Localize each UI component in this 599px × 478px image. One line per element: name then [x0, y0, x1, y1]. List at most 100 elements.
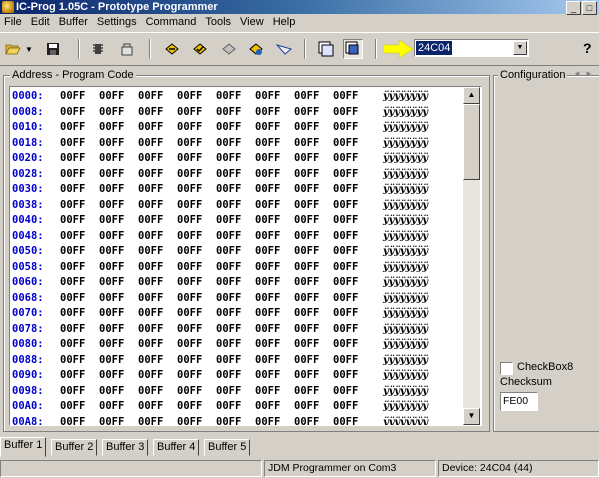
hex-cell[interactable]: 00FF	[177, 368, 202, 383]
hex-cell[interactable]: 00FF	[216, 399, 241, 414]
hex-cell[interactable]: 00FF	[294, 368, 319, 383]
hex-cell[interactable]: 00FF	[294, 399, 319, 414]
hex-cell[interactable]: 00FF	[60, 89, 85, 104]
hex-cell[interactable]: 00FF	[99, 384, 124, 399]
hex-cell[interactable]: 00FF	[216, 291, 241, 306]
hex-cell[interactable]: 00FF	[138, 260, 163, 275]
hex-cell[interactable]: 00FF	[333, 120, 358, 135]
hex-cell[interactable]: 00FF	[60, 353, 85, 368]
hex-cell[interactable]: 00FF	[60, 198, 85, 213]
hex-cell[interactable]: 00FF	[333, 260, 358, 275]
hex-cell[interactable]: 00FF	[255, 167, 280, 182]
hex-cell[interactable]: 00FF	[138, 213, 163, 228]
hex-cell[interactable]: 00FF	[177, 399, 202, 414]
hex-cell[interactable]: 00FF	[138, 136, 163, 151]
hex-cell[interactable]: 00FF	[294, 322, 319, 337]
tab-buffer-3[interactable]: Buffer 3	[102, 439, 149, 456]
hex-cell[interactable]: 00FF	[99, 120, 124, 135]
hex-cell[interactable]: 00FF	[177, 167, 202, 182]
open-folder-icon[interactable]	[3, 39, 23, 59]
menu-command[interactable]: Command	[142, 14, 202, 31]
hex-cell[interactable]: 00FF	[177, 322, 202, 337]
hex-cell[interactable]: 00FF	[255, 337, 280, 352]
hex-cell[interactable]: 00FF	[138, 167, 163, 182]
hex-cell[interactable]: 00FF	[216, 105, 241, 120]
hex-cell[interactable]: 00FF	[177, 353, 202, 368]
hex-cell[interactable]: 00FF	[177, 244, 202, 259]
device-select[interactable]: 24C04 ▼	[414, 39, 529, 57]
hex-cell[interactable]: 00FF	[60, 105, 85, 120]
hex-cell[interactable]: 00FF	[255, 260, 280, 275]
hex-cell[interactable]: 00FF	[333, 337, 358, 352]
hex-cell[interactable]: 00FF	[216, 322, 241, 337]
hex-cell[interactable]: 00FF	[216, 198, 241, 213]
hex-cell[interactable]: 00FF	[333, 244, 358, 259]
hex-cell[interactable]: 00FF	[177, 384, 202, 399]
hex-cell[interactable]: 00FF	[216, 244, 241, 259]
tab-buffer-1[interactable]: Buffer 1	[0, 437, 47, 457]
hex-cell[interactable]: 00FF	[255, 136, 280, 151]
hex-cell[interactable]: 00FF	[99, 260, 124, 275]
hex-cell[interactable]: 00FF	[60, 384, 85, 399]
menu-file[interactable]: File	[0, 14, 27, 31]
hex-cell[interactable]: 00FF	[333, 353, 358, 368]
hex-cell[interactable]: 00FF	[177, 229, 202, 244]
hex-cell[interactable]: 00FF	[60, 415, 85, 426]
hex-cell[interactable]: 00FF	[294, 415, 319, 426]
hex-cell[interactable]: 00FF	[99, 136, 124, 151]
hex-cell[interactable]: 00FF	[255, 291, 280, 306]
config-scroll-arrows-icon[interactable]: ◄►	[573, 69, 597, 78]
hex-cell[interactable]: 00FF	[294, 198, 319, 213]
hex-cell[interactable]: 00FF	[138, 105, 163, 120]
scroll-up-button[interactable]: ▲	[463, 87, 480, 104]
hex-cell[interactable]: 00FF	[60, 244, 85, 259]
hex-cell[interactable]: 00FF	[138, 291, 163, 306]
hex-cell[interactable]: 00FF	[255, 384, 280, 399]
minimize-button[interactable]: _	[566, 1, 581, 15]
hex-cell[interactable]: 00FF	[333, 182, 358, 197]
hex-cell[interactable]: 00FF	[255, 120, 280, 135]
hex-cell[interactable]: 00FF	[138, 337, 163, 352]
hex-cell[interactable]: 00FF	[99, 291, 124, 306]
hex-cell[interactable]: 00FF	[333, 399, 358, 414]
hex-cell[interactable]: 00FF	[255, 213, 280, 228]
hex-editor[interactable]: 0000: 00FF 00FF 00FF 00FF 00FF 00FF 00FF 00FF ÿÿÿ…	[9, 86, 482, 426]
hex-cell[interactable]: 00FF	[333, 275, 358, 290]
hex-cell[interactable]: 00FF	[255, 182, 280, 197]
hex-cell[interactable]: 00FF	[177, 415, 202, 426]
hex-cell[interactable]: 00FF	[60, 167, 85, 182]
hex-cell[interactable]: 00FF	[294, 151, 319, 166]
hex-cell[interactable]: 00FF	[333, 415, 358, 426]
hex-cell[interactable]: 00FF	[60, 182, 85, 197]
hex-cell[interactable]: 00FF	[177, 105, 202, 120]
hex-cell[interactable]: 00FF	[99, 198, 124, 213]
hex-cell[interactable]: 00FF	[60, 213, 85, 228]
hex-cell[interactable]: 00FF	[60, 275, 85, 290]
hex-cell[interactable]: 00FF	[333, 322, 358, 337]
checkbox8[interactable]	[500, 362, 513, 375]
hex-cell[interactable]: 00FF	[99, 368, 124, 383]
hex-cell[interactable]: 00FF	[333, 136, 358, 151]
hex-cell[interactable]: 00FF	[255, 151, 280, 166]
hex-cell[interactable]: 00FF	[294, 105, 319, 120]
hex-cell[interactable]: 00FF	[99, 229, 124, 244]
hex-cell[interactable]: 00FF	[177, 213, 202, 228]
hex-cell[interactable]: 00FF	[177, 306, 202, 321]
hex-cell[interactable]: 00FF	[216, 275, 241, 290]
hex-cell[interactable]: 00FF	[255, 399, 280, 414]
hex-cell[interactable]: 00FF	[60, 368, 85, 383]
hex-cell[interactable]: 00FF	[216, 167, 241, 182]
tab-buffer-4[interactable]: Buffer 4	[153, 439, 200, 456]
hex-cell[interactable]: 00FF	[60, 260, 85, 275]
scroll-thumb[interactable]	[463, 104, 480, 180]
hex-cell[interactable]: 00FF	[255, 229, 280, 244]
tab-buffer-2[interactable]: Buffer 2	[51, 439, 98, 456]
hex-cell[interactable]: 00FF	[138, 229, 163, 244]
hex-cell[interactable]: 00FF	[216, 89, 241, 104]
hex-cell[interactable]: 00FF	[177, 151, 202, 166]
open-dropdown-icon[interactable]: ▼	[24, 39, 34, 59]
chevron-down-icon[interactable]: ▼	[513, 41, 527, 55]
hex-cell[interactable]: 00FF	[60, 136, 85, 151]
view-icon[interactable]	[316, 39, 336, 59]
hex-cell[interactable]: 00FF	[294, 89, 319, 104]
